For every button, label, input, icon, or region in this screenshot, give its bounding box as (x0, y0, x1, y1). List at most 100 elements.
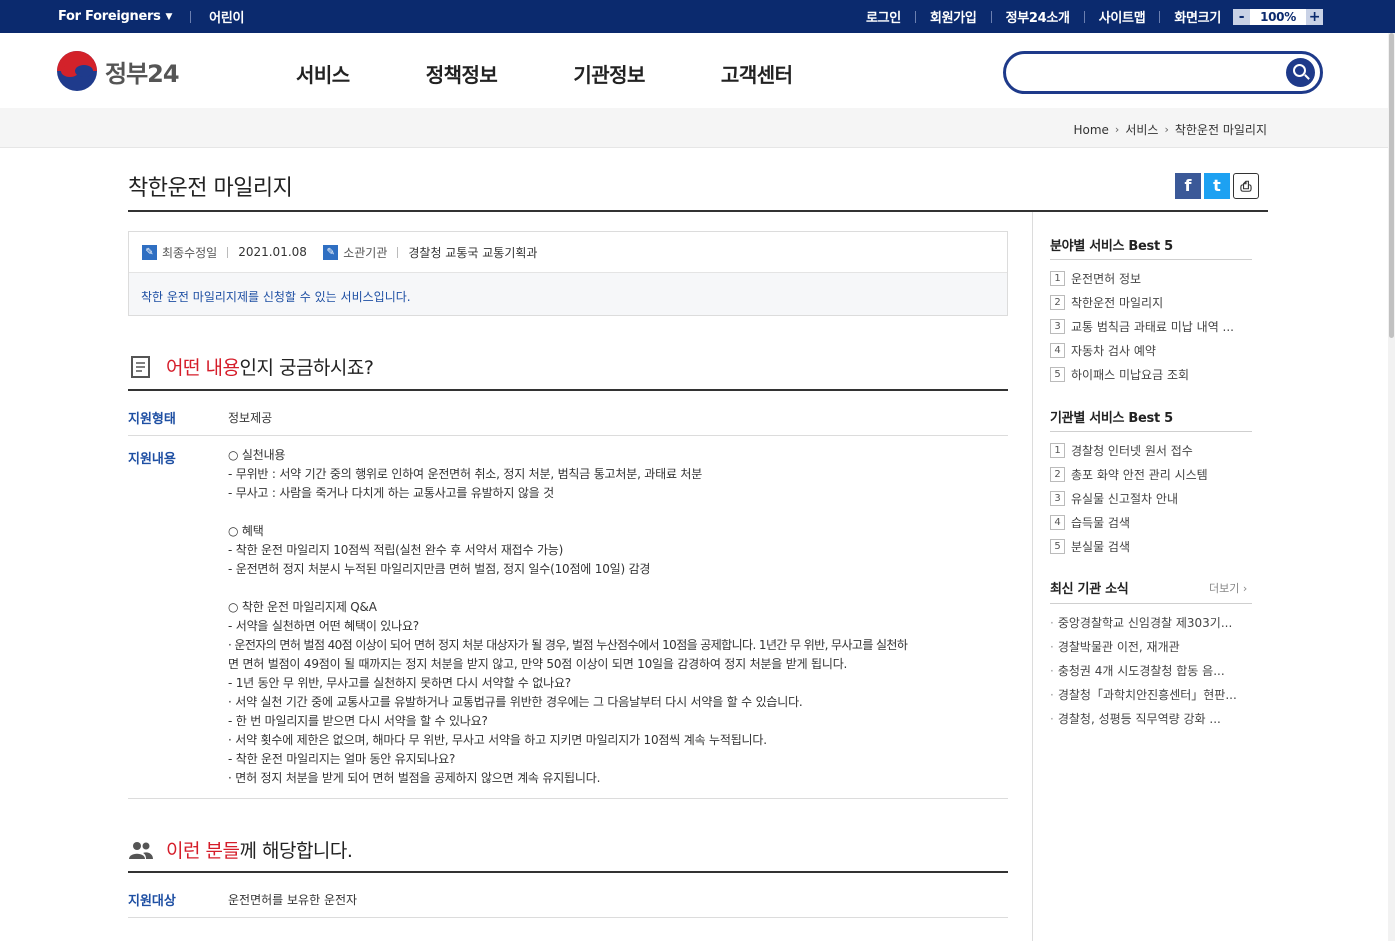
for-foreigners-link[interactable]: For Foreigners (58, 9, 161, 24)
content-line: - 착한 운전 마일리지 10점씩 적립(실천 완수 후 서약서 재접수 가능) (228, 543, 564, 557)
page-title: 착한운전 마일리지 (128, 176, 293, 201)
section-divider (128, 871, 1008, 873)
news-title: 최신 기관 소식 (1050, 582, 1129, 597)
content-line: - 무사고 : 사람을 죽거나 다치게 하는 교통사고를 유발하지 않을 것 (228, 486, 554, 500)
site-logo[interactable]: 정부24 (57, 51, 180, 91)
breadcrumb-current[interactable]: 착한운전 마일리지 (1175, 121, 1267, 138)
pencil-icon: ✎ (142, 244, 157, 260)
content-line: · 서약 횟수에 제한은 없으며, 해마다 무 위반, 무사고 서약을 하고 지… (228, 733, 767, 747)
zoom-value: 100% (1250, 8, 1306, 25)
search-input[interactable] (1022, 62, 1272, 84)
facebook-share-icon[interactable]: f (1175, 173, 1201, 199)
news-more-link[interactable]: 더보기 › (1209, 580, 1247, 596)
news-item[interactable]: · 충청권 4개 시도경찰청 합동 음... (1050, 662, 1250, 679)
breadcrumb-home[interactable]: Home (1073, 123, 1108, 137)
row-divider (128, 798, 1008, 799)
page-scrollbar[interactable] (1388, 33, 1395, 941)
twitter-share-icon[interactable]: t (1204, 173, 1230, 199)
news-item[interactable]: · 경찰청, 성평등 직무역량 강화 ... (1050, 710, 1250, 727)
news-item[interactable]: · 중앙경찰학교 신임경찰 제303기... (1050, 614, 1250, 631)
support-content-label: 지원내용 (128, 452, 176, 467)
divider (914, 10, 916, 23)
support-content-text: ○ 실천내용 - 무위반 : 서약 기간 중의 행위로 인하여 운전면허 취소,… (228, 446, 1003, 788)
zoom-in-button[interactable]: + (1306, 8, 1323, 25)
nav-support[interactable]: 고객센터 (721, 59, 793, 88)
signup-link[interactable]: 회원가입 (930, 7, 977, 26)
zoom-out-button[interactable]: - (1233, 8, 1250, 25)
sitemap-link[interactable]: 사이트맵 (1099, 7, 1146, 26)
content-line: · 면허 정지 처분을 받게 되어 면허 벌점을 공제하지 않으면 계속 유지됩… (228, 771, 601, 785)
field-best-item[interactable]: 5 하이패스 미납요금 조회 (1050, 366, 1189, 383)
agency-value: 경찰청 교통국 교통기획과 (408, 245, 538, 260)
top-left-links: For Foreigners ▼ 어린이 (58, 0, 244, 33)
top-utility-bar: For Foreigners ▼ 어린이 로그인 회원가입 정부24소개 사이트… (0, 0, 1395, 33)
content-line: - 운전면허 정지 처분시 누적된 마일리지만큼 면허 벌점, 정지 일수(10… (228, 562, 651, 576)
content-line: · 서약 실천 기간 중에 교통사고를 유발하거나 교통법규를 위반한 경우에는… (228, 695, 803, 709)
agency-label: 소관기관 (343, 245, 388, 260)
content-line: 면 면허 벌점이 49점이 될 때까지는 정지 처분을 받지 않고, 만약 50… (228, 657, 848, 671)
section-title-rest: 께 해당합니다. (239, 840, 353, 862)
sidebar-divider (1032, 212, 1033, 941)
news-item[interactable]: · 경찰박물관 이전, 재개관 (1050, 638, 1250, 655)
logo-text: 정부24 (105, 59, 180, 88)
updated-value: 2021.01.08 (238, 245, 307, 259)
breadcrumb-band: Home › 서비스 › 착한운전 마일리지 (0, 108, 1388, 148)
about-link[interactable]: 정부24소개 (1006, 7, 1070, 26)
site-header: 정부24 서비스 정책정보 기관정보 고객센터 (0, 33, 1388, 108)
content-line: ○ 혜택 (228, 524, 264, 538)
nav-services[interactable]: 서비스 (296, 59, 350, 88)
section-divider (128, 389, 1008, 391)
org-best-item[interactable]: 4 습득물 검색 (1050, 514, 1130, 531)
content-line: - 서약을 실천하면 어떤 혜택이 있나요? (228, 619, 419, 633)
divider (1083, 10, 1085, 23)
zoom-control: - 100% + (1233, 8, 1323, 25)
breadcrumb-services[interactable]: 서비스 (1125, 121, 1158, 138)
org-best-item[interactable]: 1 경찰청 인터넷 원서 접수 (1050, 442, 1193, 459)
field-best-item[interactable]: 1 운전면허 정보 (1050, 270, 1141, 287)
field-best-item[interactable]: 4 자동차 검사 예약 (1050, 342, 1156, 359)
kids-link[interactable]: 어린이 (209, 7, 244, 26)
org-best-item[interactable]: 2 총포 화약 안전 관리 시스템 (1050, 466, 1208, 483)
service-description: 착한 운전 마일리지제를 신청할 수 있는 서비스입니다. (129, 273, 1007, 315)
search-button[interactable] (1286, 58, 1315, 87)
meta-row: ✎ 최종수정일 2021.01.08 ✎ 소관기관 경찰청 교통국 교통기획과 (129, 232, 1007, 273)
zoom-label: 화면크기 (1174, 11, 1221, 26)
divider (1159, 10, 1161, 23)
row-divider (128, 917, 1008, 918)
field-best-title: 분야별 서비스 Best 5 (1050, 239, 1173, 254)
field-best-item[interactable]: 3 교통 범칙금 과태료 미납 내역 ... (1050, 318, 1234, 335)
org-best-title: 기관별 서비스 Best 5 (1050, 411, 1173, 426)
scrollbar-thumb[interactable] (1389, 33, 1394, 338)
field-best-item[interactable]: 2 착한운전 마일리지 (1050, 294, 1163, 311)
content-line: - 한 번 마일리지를 받으면 다시 서약을 할 수 있나요? (228, 714, 488, 728)
content-line: ○ 착한 운전 마일리지제 Q&A (228, 600, 377, 614)
login-link[interactable]: 로그인 (866, 7, 901, 26)
section-target-heading: 이런 분들 께 해당합니다. (128, 836, 353, 863)
service-info-box: ✎ 최종수정일 2021.01.08 ✎ 소관기관 경찰청 교통국 교통기획과 … (128, 231, 1008, 316)
section-title-highlight: 어떤 내용 (166, 357, 240, 379)
divider (190, 10, 192, 23)
nav-policy[interactable]: 정책정보 (426, 59, 498, 88)
content-line: - 착한 운전 마일리지는 얼마 동안 유지되나요? (228, 752, 456, 766)
breadcrumb: Home › 서비스 › 착한운전 마일리지 (1073, 121, 1267, 138)
support-type-label: 지원형태 (128, 412, 176, 427)
nav-agency[interactable]: 기관정보 (573, 59, 645, 88)
content-line: ○ 실천내용 (228, 448, 286, 462)
org-best-item[interactable]: 5 분실물 검색 (1050, 538, 1130, 555)
main-nav: 서비스 정책정보 기관정보 고객센터 (296, 59, 869, 88)
news-item[interactable]: · 경찰청「과학치안진흥센터」현판... (1050, 686, 1250, 703)
chevron-right-icon: › (1164, 123, 1169, 136)
taegeuk-logo-icon (57, 51, 97, 91)
pencil-icon: ✎ (323, 244, 339, 260)
print-icon[interactable]: ⎙ (1233, 173, 1259, 199)
target-value: 운전면허를 보유한 운전자 (228, 893, 358, 907)
divider (990, 10, 992, 23)
title-divider (128, 210, 1268, 212)
dropdown-triangle-icon[interactable]: ▼ (166, 12, 173, 22)
content-line: - 1년 동안 무 위반, 무사고를 실천하지 못하면 다시 서약할 수 없나요… (228, 676, 571, 690)
people-icon (128, 837, 154, 863)
org-best-item[interactable]: 3 유실물 신고절차 안내 (1050, 490, 1178, 507)
search-box (1003, 51, 1323, 94)
section-content-heading: 어떤 내용 인지 궁금하시죠? (128, 353, 374, 380)
chevron-right-icon: › (1114, 123, 1120, 136)
